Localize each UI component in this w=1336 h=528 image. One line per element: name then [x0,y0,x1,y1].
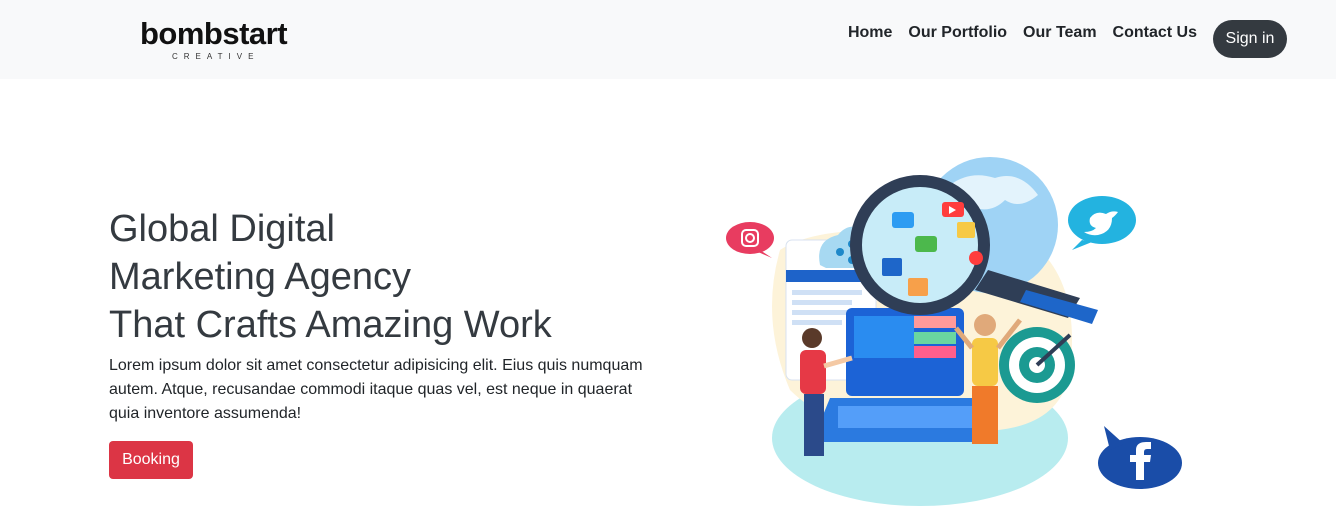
nav-link-contact[interactable]: Contact Us [1113,22,1197,44]
nav-links: Home Our Portfolio Our Team Contact Us [848,22,1197,44]
instagram-bubble [726,222,774,254]
hero-title-line: Global Digital [109,208,335,250]
brand-logo[interactable]: bombstart CREATIVE [140,14,315,66]
nav-link-team[interactable]: Our Team [1023,22,1097,44]
hero-title-line: That Crafts Amazing Work [109,304,552,346]
brand-logo-text: bombstart [140,16,288,51]
brand-logo-word: bombstart [140,14,288,54]
nav-link-portfolio[interactable]: Our Portfolio [908,22,1007,44]
browser-line [792,300,852,305]
hero-paragraph: Lorem ipsum dolor sit amet consectetur a… [109,357,643,422]
hero-title-line: Marketing Agency [109,256,412,298]
nav-link-home[interactable]: Home [848,22,892,44]
laptop-video [854,316,914,358]
hero-title: Global Digital Marketing Agency That Cra… [109,205,669,349]
brand-logo-subtitle: CREATIVE [172,52,260,61]
man [974,314,996,336]
browser-line [792,290,862,295]
navbar: bombstart CREATIVE Home Our Portfolio Ou… [0,0,1336,79]
browser-line [792,320,842,325]
sign-in-button[interactable]: Sign in [1213,20,1287,58]
marketing-illustration [726,157,1182,506]
woman [802,328,822,348]
booking-button[interactable]: Booking [109,441,193,479]
